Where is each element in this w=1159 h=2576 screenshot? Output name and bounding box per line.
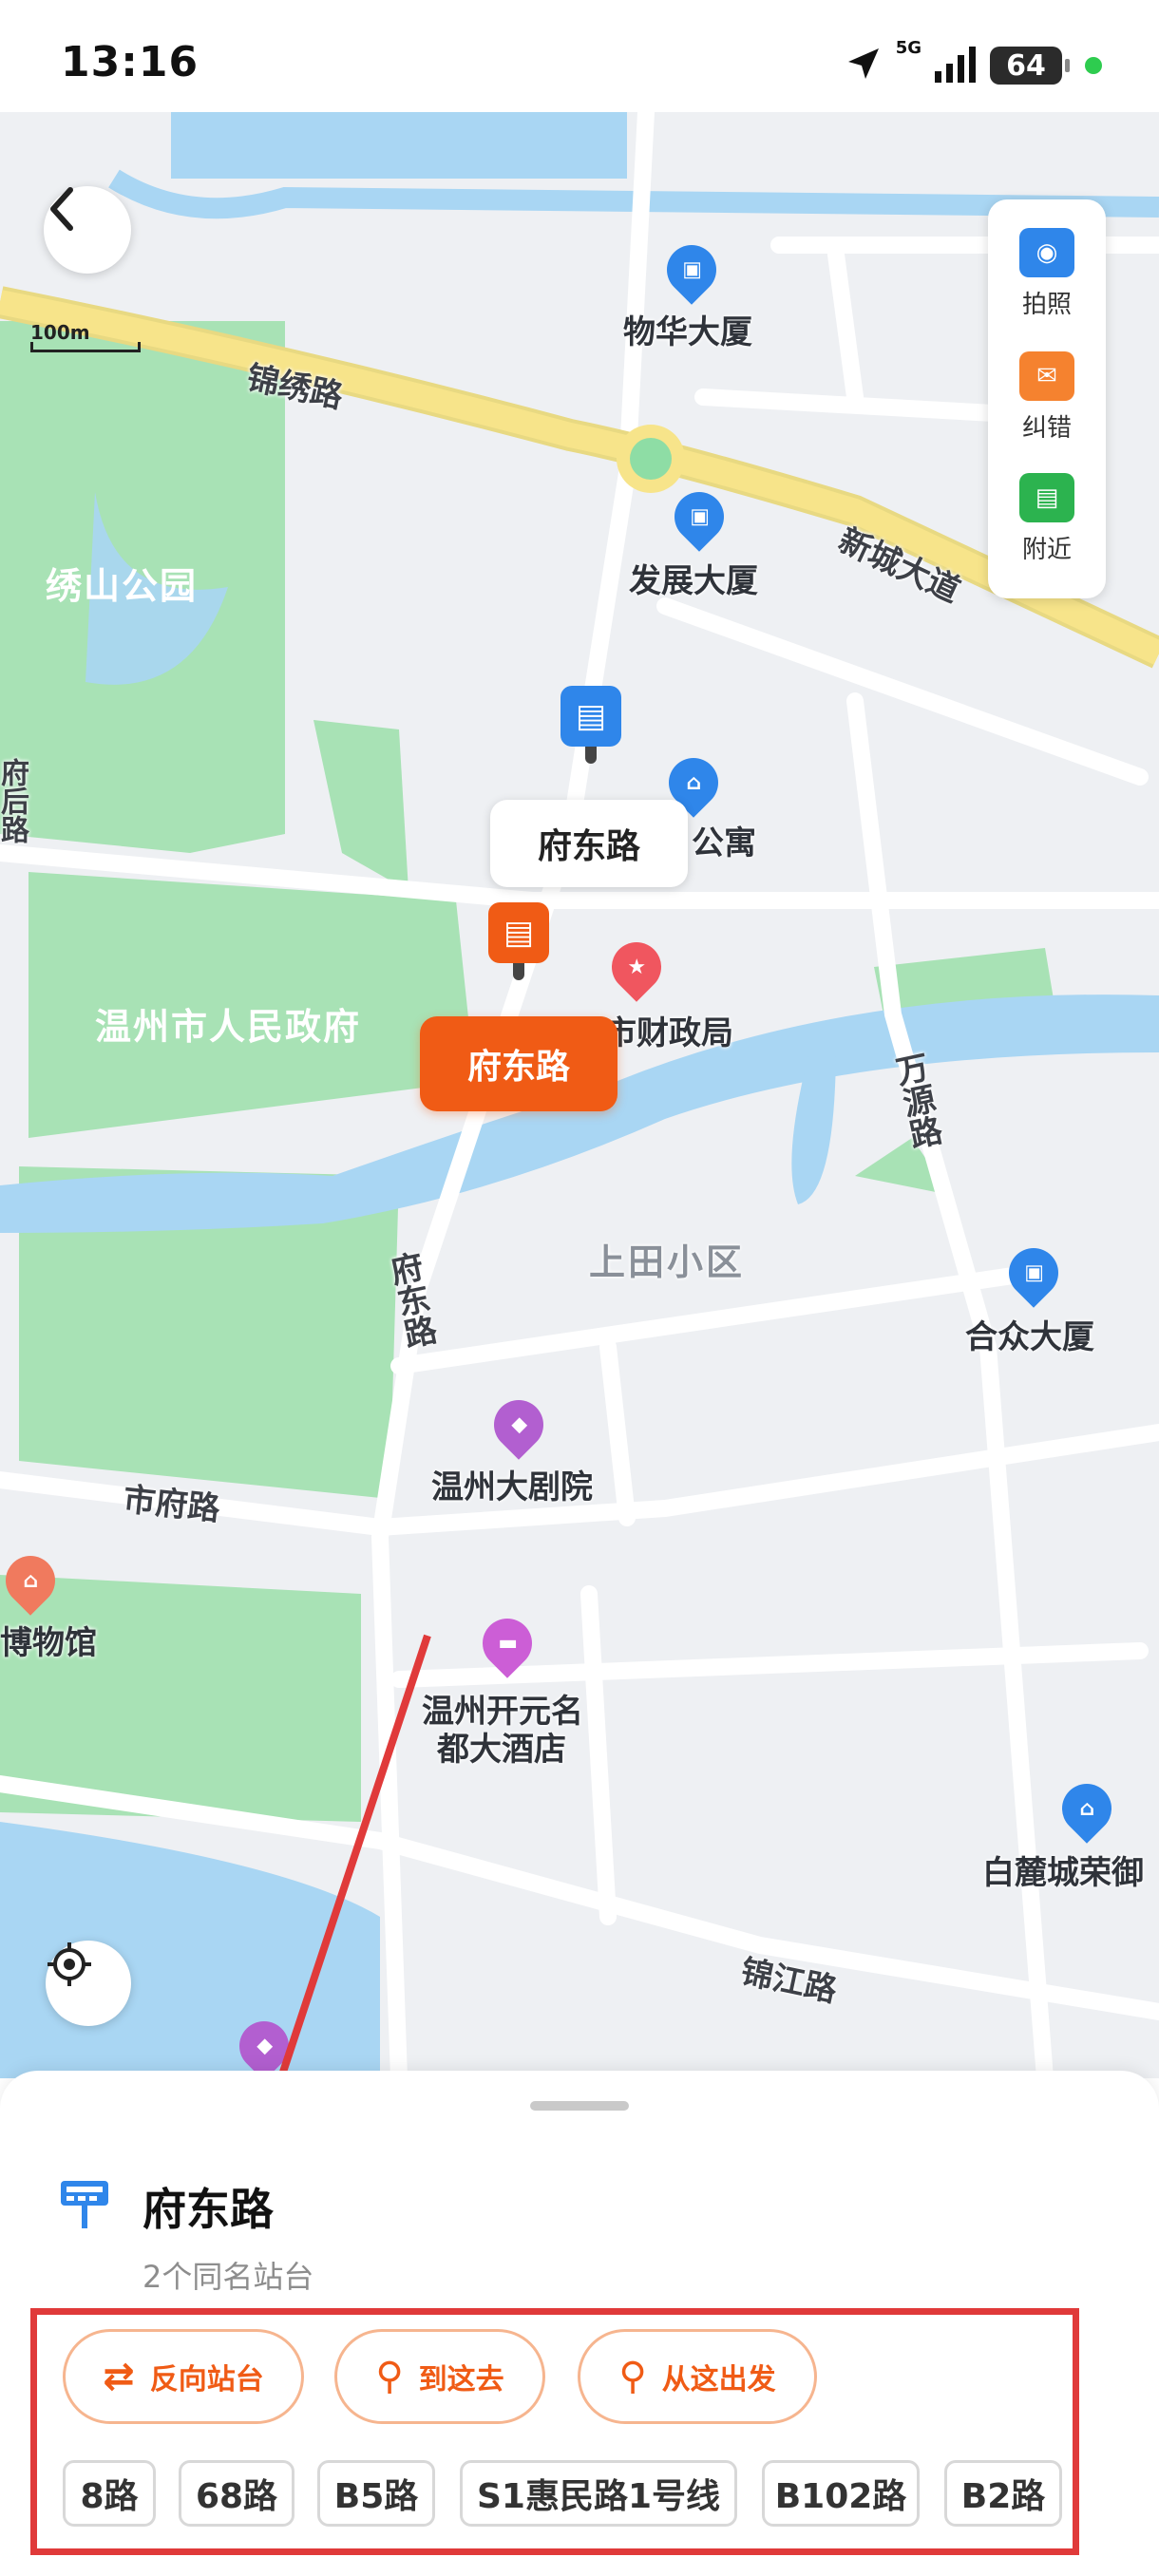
report-icon: ✉ [1019,351,1074,401]
poi-wuhua[interactable]: 物华大厦 [623,306,752,352]
tool-nearby-label: 附近 [1021,536,1072,564]
road-label-left: 府后路 [0,758,28,843]
privacy-indicator [1085,57,1102,74]
sheet-drag-handle[interactable] [530,2101,629,2111]
selected-bus-stop-icon[interactable]: ▤ [488,902,549,980]
battery-level: 64 [1006,48,1046,83]
route-tag[interactable]: B2路 [944,2460,1062,2527]
map-tool-panel: ◉ 拍照 ✉ 纠错 ▤ 附近 [988,199,1106,598]
scale-label: 100m [30,321,90,344]
stop-title: 府东路 [142,2184,274,2235]
battery-icon: 64 [990,47,1070,85]
reverse-stop-label: 反向站台 [149,2363,264,2396]
status-icons: 5G 64 [845,38,1102,89]
route-tag[interactable]: B5路 [317,2460,435,2527]
road-label-shifu: 市府路 [121,1480,222,1529]
go-here-label: 到这去 [418,2363,504,2396]
stop-subtitle[interactable]: 2个同名站台 [142,2253,314,2297]
tool-report-label: 纠错 [1021,414,1072,443]
area-label-government: 温州市人民政府 [95,1006,362,1048]
start-here-label: 从这出发 [661,2363,776,2396]
bus-stop-sign-icon [61,2181,108,2228]
reverse-stop-button[interactable]: ⇄ 反向站台 [63,2329,304,2424]
stop-callout-secondary[interactable]: 府东路 [490,800,688,887]
route-tag[interactable]: 8路 [63,2460,156,2527]
scale-bar [30,342,141,352]
route-tag[interactable]: B102路 [762,2460,920,2527]
area-label-xiushan-park: 绣山公园 [46,565,199,607]
go-here-button[interactable]: ⚲ 到这去 [334,2329,545,2424]
start-here-button[interactable]: ⚲ 从这出发 [578,2329,817,2424]
poi-theatre[interactable]: 温州大剧院 [431,1461,593,1507]
location-arrow-icon [845,45,883,86]
signal-icon [935,45,977,86]
navigate-to-icon: ⚲ [375,2355,404,2398]
poi-museum[interactable]: 博物馆 [0,1617,97,1663]
network-type: 5G [895,38,922,58]
stop-detail-sheet: 府东路 2个同名站台 ⇄ 反向站台 ⚲ 到这去 ⚲ 从这出发 8路 68路 B5… [0,2071,1159,2576]
route-tag[interactable]: 68路 [179,2460,294,2527]
stop-callout-selected[interactable]: 府东路 [420,1016,618,1111]
swap-arrows-icon: ⇄ [103,2355,135,2398]
chevron-left-icon [50,187,73,231]
route-tag[interactable]: S1惠民路1号线 [460,2460,737,2527]
start-from-icon: ⚲ [618,2355,647,2398]
status-bar: 13:16 5G 64 [0,0,1159,112]
tool-photo[interactable]: ◉ 拍照 [988,228,1106,320]
area-label-shangtian: 上田小区 [589,1241,746,1283]
tool-photo-label: 拍照 [1021,291,1072,319]
poi-hotel-line2[interactable]: 都大酒店 [437,1723,566,1770]
poi-apartment[interactable]: 公寓 [692,817,756,863]
tool-nearby[interactable]: ▤ 附近 [988,473,1106,565]
status-time: 13:16 [61,38,200,86]
locate-button[interactable] [46,1941,131,2026]
camera-icon: ◉ [1019,228,1074,277]
poi-fazhan[interactable]: 发展大厦 [629,555,758,601]
tool-report[interactable]: ✉ 纠错 [988,351,1106,444]
crosshair-icon [48,1942,91,1986]
poi-finance-bureau[interactable]: 市财政局 [604,1007,733,1053]
map-view[interactable]: 100m 锦绣路 新城大道 府东路 万源路 市府路 锦江路 府后路 绣山公园 温… [0,112,1159,2078]
poi-hezhong[interactable]: 合众大厦 [965,1311,1094,1357]
nearby-bus-icon: ▤ [1019,473,1074,522]
back-button[interactable] [44,186,131,274]
bus-stop-icon[interactable]: ▤ [560,686,621,764]
poi-bailu[interactable]: 白麓城荣御 [982,1847,1144,1893]
